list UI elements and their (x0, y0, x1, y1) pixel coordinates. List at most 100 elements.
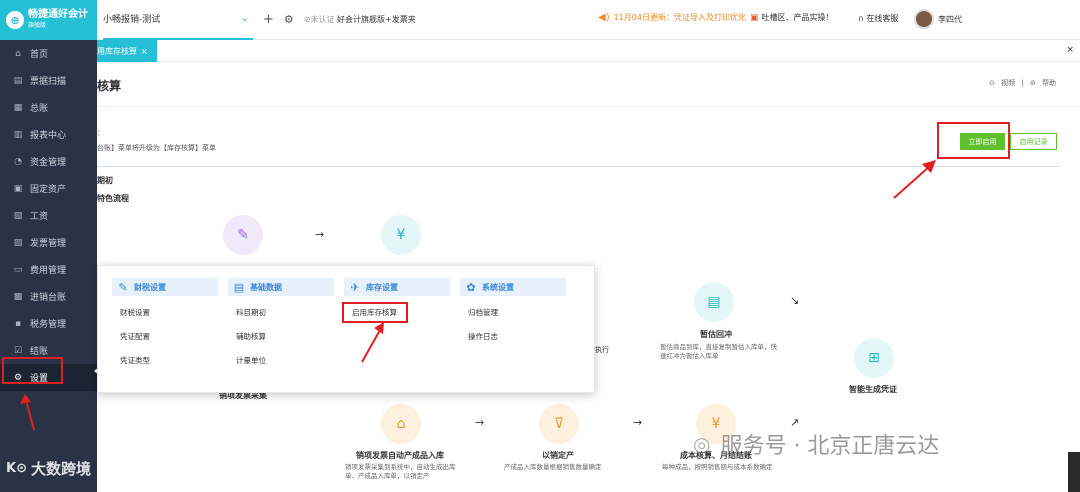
dropdown-header-icon: ✎ (118, 280, 128, 294)
sidebar-item[interactable]: ▩ 进销台账 (0, 283, 97, 310)
chevron-down-icon: ⌄ (240, 13, 249, 24)
menu-icon: ▦ (13, 102, 23, 113)
dropdown-header-icon: ▤ (233, 280, 245, 294)
sidebar-item-label: 税务管理 (30, 320, 67, 330)
app-logo[interactable]: ⊕ 畅捷通好会计 旗舰版 (0, 0, 97, 40)
dropdown-menu-item[interactable]: 归档管理 (460, 306, 566, 320)
partial-exec-text: 执行 (595, 346, 609, 354)
dropdown-menu-item[interactable]: 辅助核算 (228, 330, 334, 344)
sidebar-item[interactable]: ▤ 票据扫描 (0, 67, 97, 94)
menu-icon: ▪ (14, 318, 22, 329)
sidebar-item[interactable]: ▦ 总账 (0, 94, 97, 121)
account-select[interactable]: 小畅报销-测试 ⌄ (103, 0, 253, 40)
title-row: 核算 ⊙ 视频 | ⊘ 帮助 (97, 62, 1080, 107)
annotation-arrow-inventory (361, 322, 384, 363)
menu-icon: ◔ (14, 156, 22, 167)
verify-status[interactable]: ⊘未认证 好会计旗舰版+发票夹 (304, 14, 416, 25)
sidebar-item-label: 发票管理 (30, 239, 67, 249)
enable-now-button[interactable]: 立即启用 (960, 133, 1005, 150)
watermark-logo: K⊙ (6, 461, 27, 476)
close-all-tabs-icon[interactable]: × (1066, 45, 1074, 55)
user-menu[interactable]: 李四代 (914, 9, 962, 29)
dropdown-menu-item[interactable]: 计量单位 (228, 354, 334, 368)
sidebar-item-label: 总账 (30, 104, 49, 114)
dropdown-column: ✿ 系统设置 归档管理 操作日志 (460, 278, 566, 344)
dropdown-header-icon: ✈ (350, 280, 360, 294)
dropdown-menu-item[interactable]: 操作日志 (460, 330, 566, 344)
sidebar-item[interactable]: ▧ 工资 (0, 202, 97, 229)
scrollbar[interactable] (1068, 452, 1080, 492)
help-links: ⊙ 视频 | ⊘ 帮助 (985, 78, 1056, 88)
menu-icon: ▨ (13, 237, 23, 248)
dropdown-column: ✎ 财税设置财税设置凭证配置凭证类型 (112, 278, 218, 368)
production-icon: ⊽ (539, 404, 579, 444)
enable-record-button[interactable]: 启用记录 (1010, 133, 1057, 150)
sidebar-item[interactable]: ▨ 发票管理 (0, 229, 97, 256)
promo-text[interactable]: 好会计旗舰版+发票夹 (337, 15, 416, 24)
flow-arrow-down-right-icon: ↘ (790, 294, 800, 307)
add-icon[interactable]: + (263, 12, 274, 27)
sidebar-item-label: 固定资产 (30, 185, 67, 195)
menu-icon: ▧ (13, 210, 23, 221)
avatar (914, 9, 934, 29)
output-invoice-icon: ⌂ (381, 404, 421, 444)
page-title: 核算 (97, 79, 122, 93)
menu-icon: ▭ (13, 264, 23, 275)
desc-prefix: ： (97, 129, 104, 137)
headset-icon: ∩ (858, 14, 864, 23)
tab-inventory-accounting[interactable]: 用库存核算 × (97, 40, 157, 62)
section-initial: 期初 (97, 176, 113, 185)
sidebar-item[interactable]: ▥ 报表中心 (0, 121, 97, 148)
help-link[interactable]: ⊘ 帮助 (1030, 79, 1056, 87)
sidebar-item-label: 票据扫描 (30, 77, 67, 87)
sidebar-item-label: 进销台账 (30, 293, 67, 303)
user-name: 李四代 (938, 14, 962, 24)
sidebar-item[interactable]: ▭ 费用管理 (0, 256, 97, 283)
speaker-icon: ◀) (598, 12, 610, 23)
dropdown-column-header: ✈ 库存设置 (344, 278, 450, 296)
sidebar-item-label: 报表中心 (30, 131, 67, 141)
dropdown-menu-item[interactable]: 财税设置 (112, 306, 218, 320)
menu-icon: ▣ (13, 183, 23, 194)
sidebar-item[interactable]: ⌂ 首页 (0, 40, 97, 67)
video-link[interactable]: ⊙ 视频 (989, 79, 1015, 87)
online-service-link[interactable]: ∩ 在线客服 (858, 13, 898, 24)
help-separator: | (1021, 79, 1024, 87)
tab-close-icon[interactable]: × (141, 47, 148, 56)
dropdown-menu-item[interactable]: 科目期初 (228, 306, 334, 320)
gear-icon[interactable]: ⚙ (284, 13, 294, 26)
sidebar: ⊕ 畅捷通好会计 旗舰版 ⌂ 首页 ▤ 票据扫描 ▦ 总账 ▥ 报表中心 ◔ 资金管理 ▣ 固定资产 ▧… (0, 0, 99, 492)
sidebar-item-label: 首页 (30, 50, 49, 60)
dropdown-menu-item[interactable]: 凭证配置 (112, 330, 218, 344)
provisional-reversal-desc: 暂估商品到库，直接复制暂估入库单，快速红冲为暂估入库单 (660, 343, 777, 360)
upgrade-description: 台账】菜单将升级为【库存核算】菜单 (97, 144, 216, 152)
output-invoice-title: 销项发票自动产成品入库 (356, 451, 444, 460)
dropdown-menu-item[interactable]: 凭证类型 (112, 354, 218, 368)
flow-arrow-icon: → (315, 228, 325, 241)
watermark-left: K⊙ 大数跨境 (6, 460, 91, 478)
sidebar-menu: ⌂ 首页 ▤ 票据扫描 ▦ 总账 ▥ 报表中心 ◔ 资金管理 ▣ 固定资产 ▧ 工资 ▨ 发票管理 ▭ 费用管理 ▩… (0, 40, 97, 391)
sidebar-item-label: 费用管理 (30, 266, 67, 276)
flow-node-purple-icon: ✎ (223, 215, 263, 255)
feedback-link[interactable]: ▣ 吐槽区、产品实操！ (750, 12, 834, 23)
sidebar-item[interactable]: ▪ 税务管理 (0, 310, 97, 337)
sidebar-item[interactable]: ◔ 资金管理 (0, 148, 97, 175)
logo-subtitle: 旗舰版 (28, 22, 47, 29)
sidebar-item-label: 工资 (30, 212, 49, 222)
sidebar-item-label: 资金管理 (30, 158, 67, 168)
dropdown-column-header: ✎ 财税设置 (112, 278, 218, 296)
sidebar-item[interactable]: ▣ 固定资产 (0, 175, 97, 202)
section-featured-flow: 特色流程 (97, 194, 129, 203)
settings-highlight-box (2, 357, 63, 384)
logo-icon: ⊕ (6, 11, 24, 29)
dropdown-header-icon: ✿ (466, 280, 476, 294)
logo-title: 畅捷通好会计 (28, 9, 88, 20)
flow-node-invoice-icon: ¥ (381, 215, 421, 255)
provisional-reversal-icon: ▤ (694, 282, 734, 322)
settings-dropdown: ✎ 财税设置 财税设置 凭证配置 凭证类型 ▤ 基础数据 科目期初 辅助核算 计量单位 ✈ 库存设置启… (97, 265, 595, 393)
provisional-reversal-title: 暂估回冲 (700, 330, 732, 339)
update-notice[interactable]: ◀) 11月04日更新：凭证导入及打印优化 (598, 12, 746, 23)
smart-voucher-icon: ⊞ (854, 338, 894, 378)
menu-icon: ▩ (13, 291, 23, 302)
wechat-icon: ◎ (693, 432, 711, 456)
